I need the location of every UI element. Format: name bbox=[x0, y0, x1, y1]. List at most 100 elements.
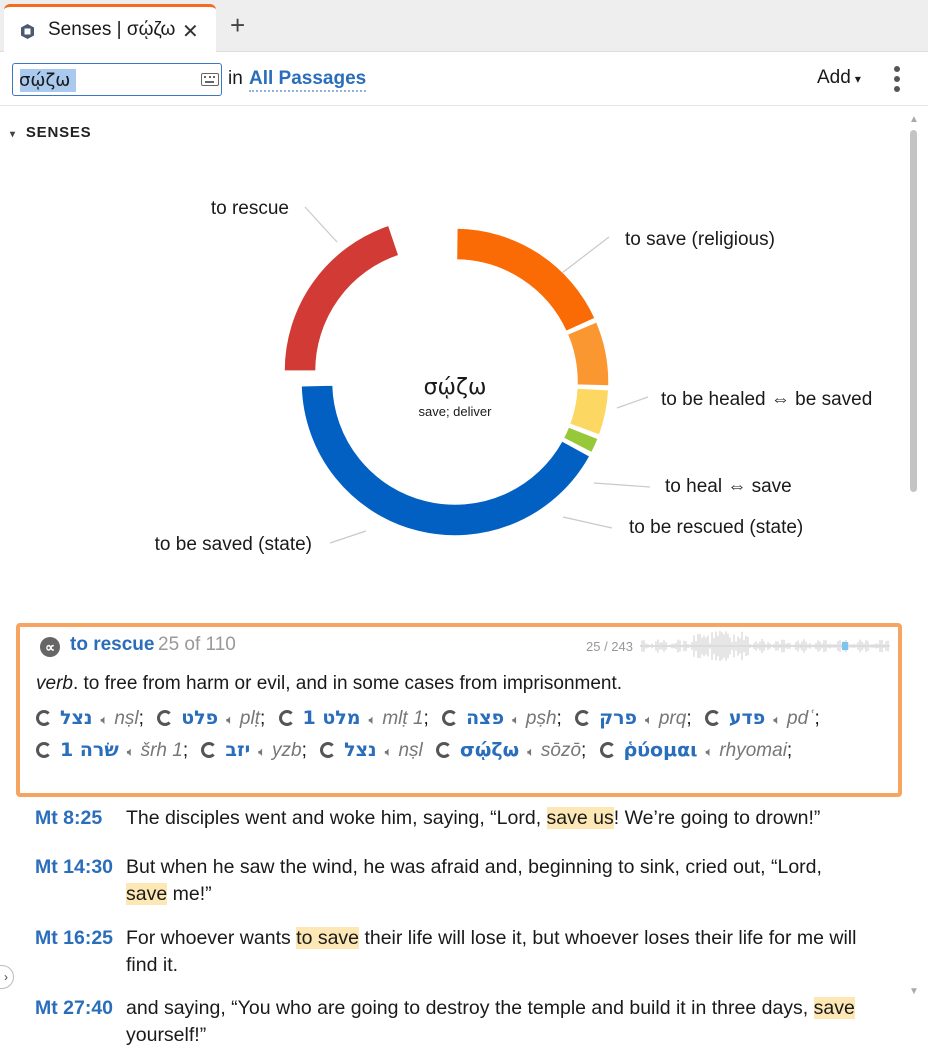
scroll-down-icon[interactable]: ▼ bbox=[909, 986, 919, 997]
separator: ; bbox=[259, 708, 266, 729]
speaker-icon[interactable]: 🔈︎ bbox=[512, 712, 520, 727]
sense-ratio: 25 / 243 bbox=[586, 639, 633, 654]
verse-ref-link[interactable]: Mt 27:40 bbox=[35, 995, 113, 1022]
lemma-item: נצל 🔈︎ nṣl bbox=[320, 739, 423, 761]
senses-section-header[interactable]: ▾ SENSES bbox=[10, 124, 92, 141]
highlighted-match[interactable]: save bbox=[126, 883, 168, 905]
slice-label[interactable]: to be saved (state) bbox=[155, 534, 312, 555]
lemma-item: מלט 1 🔈︎ mlṭ 1; bbox=[278, 707, 429, 729]
lemma-word-link[interactable]: פדע bbox=[729, 707, 765, 729]
speaker-icon[interactable]: 🔈︎ bbox=[773, 712, 781, 727]
collapse-caret-icon: ▾ bbox=[10, 129, 16, 140]
lemma-word-link[interactable]: מלט 1 bbox=[303, 707, 361, 729]
side-panel-toggle[interactable]: › bbox=[0, 965, 14, 989]
verse-ref-link[interactable]: Mt 16:25 bbox=[35, 925, 113, 952]
verse-text: But when he saw the wind, he was afraid … bbox=[126, 856, 822, 905]
highlighted-match[interactable]: to save bbox=[296, 927, 360, 949]
speaker-icon[interactable]: 🔈︎ bbox=[258, 744, 266, 759]
speaker-icon[interactable]: 🔈︎ bbox=[645, 712, 653, 727]
donut-slice[interactable] bbox=[455, 227, 597, 333]
donut-slice[interactable] bbox=[566, 320, 610, 387]
lemma-word-link[interactable]: σῴζω bbox=[460, 739, 519, 761]
transliteration: rhyomai bbox=[719, 740, 787, 761]
more-options-icon[interactable] bbox=[889, 64, 905, 94]
new-tab-icon[interactable]: + bbox=[230, 12, 245, 38]
sense-cycle-icon[interactable] bbox=[201, 742, 218, 758]
speaker-icon[interactable]: 🔈︎ bbox=[706, 744, 714, 759]
close-icon[interactable]: ✕ bbox=[182, 19, 199, 44]
separator: ; bbox=[301, 740, 307, 761]
lemma-word-link[interactable]: יזב bbox=[225, 739, 250, 761]
add-label: Add bbox=[817, 67, 851, 88]
distribution-waveform[interactable] bbox=[640, 631, 890, 661]
sense-icon: ∝ bbox=[40, 637, 60, 657]
lemma-word-link[interactable]: ῥύομαι bbox=[624, 739, 698, 761]
caret-down-icon: ▾ bbox=[854, 72, 861, 86]
lemma-word-link[interactable]: נצל bbox=[344, 739, 377, 761]
sense-name-link[interactable]: to rescue bbox=[70, 634, 154, 656]
speaker-icon[interactable]: 🔈︎ bbox=[385, 744, 393, 759]
verse-ref-link[interactable]: Mt 14:30 bbox=[35, 854, 113, 881]
highlighted-match[interactable]: save us bbox=[546, 807, 614, 829]
sense-cycle-icon[interactable] bbox=[36, 742, 52, 758]
leader-line bbox=[329, 530, 367, 544]
lemma-word-link[interactable]: פצה bbox=[466, 707, 504, 729]
slice-label[interactable]: to save (religious) bbox=[625, 229, 775, 250]
separator: ; bbox=[786, 740, 793, 761]
donut-slice[interactable] bbox=[568, 387, 610, 437]
transliteration: sōzō bbox=[540, 740, 582, 761]
sense-cycle-icon[interactable] bbox=[704, 710, 721, 726]
donut-slice[interactable] bbox=[283, 224, 400, 372]
speaker-icon[interactable]: 🔈︎ bbox=[369, 712, 377, 727]
slice-label[interactable]: to heal ⇔ save bbox=[665, 476, 792, 497]
lemma-item: פצה 🔈︎ pṣh; bbox=[442, 707, 562, 729]
slice-label[interactable]: to be healed ⇔ be saved bbox=[661, 389, 872, 410]
tab-senses[interactable]: Senses | σῴζω ✕ bbox=[4, 4, 216, 52]
sense-cycle-icon[interactable] bbox=[442, 710, 459, 726]
leader-line bbox=[304, 206, 338, 243]
tab-bar: Senses | σῴζω ✕ + bbox=[0, 0, 928, 52]
slice-label[interactable]: to rescue bbox=[211, 198, 289, 219]
sense-cycle-icon[interactable] bbox=[436, 742, 453, 758]
highlighted-match[interactable]: save bbox=[813, 997, 855, 1019]
transliteration: šrh 1 bbox=[140, 740, 183, 761]
lemma-item: נצל 🔈︎ nṣl; bbox=[36, 707, 144, 729]
leader-line bbox=[561, 236, 610, 274]
slice-label[interactable]: to be rescued (state) bbox=[629, 517, 803, 538]
transliteration: yzb bbox=[271, 740, 302, 761]
sense-cycle-icon[interactable] bbox=[599, 742, 616, 758]
in-label: in bbox=[228, 68, 243, 89]
separator: ; bbox=[581, 740, 587, 761]
lemma-word-link[interactable]: פלט bbox=[181, 707, 218, 729]
center-gloss: save; deliver bbox=[419, 404, 493, 419]
scroll-up-icon[interactable]: ▲ bbox=[909, 114, 919, 125]
verse-ref-link[interactable]: Mt 8:25 bbox=[35, 805, 102, 832]
speaker-icon[interactable]: 🔈︎ bbox=[527, 744, 535, 759]
lemma-item: שׂרה 1 🔈︎ šrh 1; bbox=[36, 739, 188, 761]
tab-title: Senses | σῴζω bbox=[48, 19, 176, 40]
speaker-icon[interactable]: 🔈︎ bbox=[101, 712, 109, 727]
document-icon bbox=[21, 24, 34, 39]
lemma-word-link[interactable]: פרק bbox=[599, 707, 637, 729]
add-button[interactable]: Add ▾ bbox=[817, 67, 861, 89]
lemma-word-link[interactable]: נצל bbox=[60, 707, 93, 729]
lemma-word-link[interactable]: שׂרה 1 bbox=[60, 739, 119, 761]
keyboard-icon[interactable] bbox=[201, 73, 219, 86]
separator: ; bbox=[138, 708, 144, 729]
center-lemma: σῴζω bbox=[424, 375, 487, 400]
sense-cycle-icon[interactable] bbox=[575, 710, 592, 726]
sense-cycle-icon[interactable] bbox=[157, 710, 174, 726]
sense-cycle-icon[interactable] bbox=[320, 742, 337, 758]
lemma-item: ῥύομαι 🔈︎ rhyomai; bbox=[599, 739, 793, 761]
all-passages-link[interactable]: All Passages bbox=[249, 68, 367, 92]
sense-cycle-icon[interactable] bbox=[278, 710, 295, 726]
separator: ; bbox=[556, 708, 562, 729]
separator: ; bbox=[423, 708, 429, 729]
transliteration: pdʿ bbox=[787, 708, 815, 729]
transliteration: prq bbox=[658, 708, 687, 729]
sense-cycle-icon[interactable] bbox=[36, 710, 52, 726]
speaker-icon[interactable]: 🔈︎ bbox=[127, 744, 135, 759]
speaker-icon[interactable]: 🔈︎ bbox=[226, 712, 234, 727]
search-box[interactable] bbox=[12, 63, 222, 96]
search-input[interactable] bbox=[19, 68, 189, 92]
